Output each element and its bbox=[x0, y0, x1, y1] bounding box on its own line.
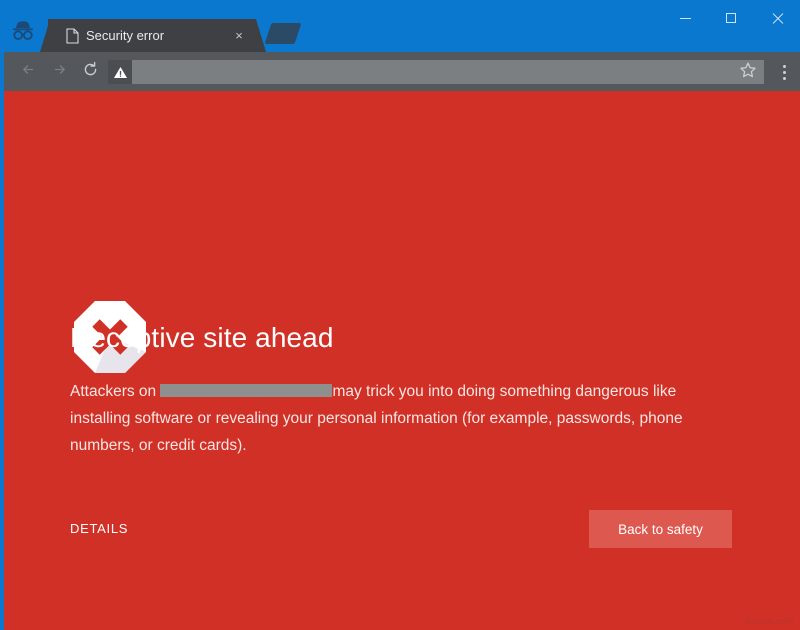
warning-triangle-icon[interactable] bbox=[108, 60, 132, 84]
reload-button[interactable] bbox=[78, 60, 102, 84]
redacted-hostname bbox=[160, 384, 333, 398]
safe-browsing-interstitial: Deceptive site ahead Attackers on may tr… bbox=[4, 91, 800, 630]
tab-close-icon[interactable]: × bbox=[231, 28, 247, 44]
incognito-hat-glasses-icon[interactable] bbox=[8, 18, 38, 44]
menu-dot-2 bbox=[782, 70, 786, 74]
new-tab-button[interactable] bbox=[264, 23, 302, 44]
maximize-button[interactable] bbox=[708, 0, 754, 36]
details-button[interactable]: DETAILS bbox=[70, 521, 128, 536]
page-document-icon bbox=[66, 28, 79, 44]
reload-icon bbox=[81, 60, 100, 84]
tab-title: Security error bbox=[86, 28, 165, 43]
tab-right-edge bbox=[256, 19, 266, 52]
address-bar[interactable] bbox=[108, 60, 764, 84]
close-icon bbox=[771, 12, 784, 25]
address-bar-input[interactable] bbox=[132, 60, 764, 84]
back-to-safety-button[interactable]: Back to safety bbox=[589, 510, 732, 548]
browser-window: Security error × Deceptive site ahead At… bbox=[0, 0, 800, 630]
bookmark-button[interactable] bbox=[736, 60, 760, 84]
menu-dot-3 bbox=[782, 76, 786, 80]
watermark: wsxdn.com bbox=[745, 616, 794, 626]
minimize-icon bbox=[679, 17, 691, 19]
close-button[interactable] bbox=[754, 0, 800, 36]
title-bar: Security error × bbox=[0, 0, 800, 52]
body-text-prefix: Attackers on bbox=[70, 383, 161, 400]
maximize-icon bbox=[726, 13, 736, 23]
forward-button[interactable] bbox=[47, 60, 71, 84]
back-button[interactable] bbox=[16, 60, 40, 84]
arrow-left-icon bbox=[19, 60, 38, 84]
three-dot-menu-icon bbox=[782, 64, 786, 68]
page-title: Deceptive site ahead bbox=[70, 322, 334, 353]
minimize-button[interactable] bbox=[662, 0, 708, 36]
window-controls bbox=[662, 0, 800, 36]
browser-menu-button[interactable] bbox=[774, 60, 794, 84]
browser-toolbar bbox=[4, 52, 800, 91]
arrow-right-icon bbox=[50, 60, 69, 84]
interstitial-body-text: Attackers on may trick you into doing so… bbox=[70, 378, 730, 459]
star-icon bbox=[739, 61, 757, 84]
